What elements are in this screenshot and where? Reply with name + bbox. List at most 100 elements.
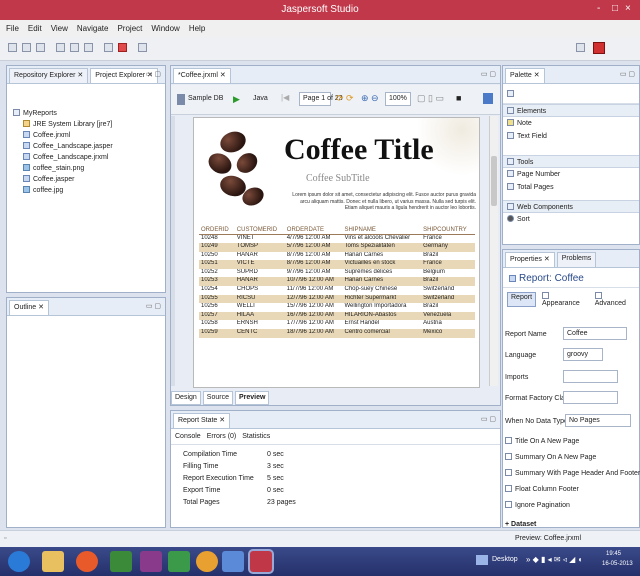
tab-advanced[interactable]: Advanced xyxy=(594,292,635,307)
paste-icon[interactable] xyxy=(84,43,93,52)
palette-item-text-field[interactable]: Text Field xyxy=(503,130,639,143)
tab-errors[interactable]: Errors (0) xyxy=(207,433,237,440)
refresh-icon[interactable] xyxy=(483,93,493,104)
table-cell: WELLI xyxy=(236,303,255,310)
save-icon[interactable] xyxy=(22,43,31,52)
maximize-button[interactable]: □ xyxy=(612,3,618,14)
new-icon[interactable] xyxy=(8,43,17,52)
perspective-icon[interactable] xyxy=(576,43,585,52)
jaspersoft-studio-taskbar-icon[interactable] xyxy=(250,551,272,572)
media-app-icon[interactable] xyxy=(140,551,162,572)
tab-design[interactable]: Design xyxy=(171,391,201,405)
print-icon[interactable] xyxy=(36,43,45,52)
data-adapter-select[interactable]: Sample DB xyxy=(188,95,223,102)
format-factory-class-field[interactable] xyxy=(563,391,618,404)
menu-project[interactable]: Project xyxy=(117,24,142,33)
next-page-icon[interactable]: ⟳ ⟳ xyxy=(336,93,354,104)
firefox-icon[interactable] xyxy=(76,551,98,572)
tree-item[interactable]: Coffee_Landscape.jrxml xyxy=(13,152,165,163)
palette-settings-icon[interactable] xyxy=(507,90,514,97)
property-checkbox[interactable]: Float Column Footer xyxy=(505,482,637,498)
vertical-scrollbar[interactable] xyxy=(489,116,498,386)
property-checkbox[interactable]: Summary With Page Header And Footer xyxy=(505,466,640,482)
tree-item[interactable]: MyReports xyxy=(13,108,165,119)
first-page-icon[interactable]: |◀ xyxy=(281,93,289,102)
paint-icon[interactable] xyxy=(222,551,244,572)
palette-item-page-number[interactable]: Page Number xyxy=(503,168,639,181)
minimize-maximize-icon[interactable]: ▭ ▢ xyxy=(481,70,496,78)
minimize-maximize-icon[interactable]: ▭ ▢ xyxy=(146,70,161,78)
report-name-field[interactable]: Coffee xyxy=(563,327,627,340)
tab-source[interactable]: Source xyxy=(202,391,233,405)
tray-icons[interactable]: » ◆ ▮ ◂ ✉ ◃ ◢ ◖ xyxy=(526,555,582,564)
minimize-maximize-icon[interactable]: ▭ ▢ xyxy=(481,415,496,423)
copy-icon[interactable] xyxy=(70,43,79,52)
tab-appearance[interactable]: Appearance xyxy=(542,292,589,307)
fit-page-icon[interactable]: ▢ ▯ ▭ xyxy=(417,93,444,104)
desktop-toolbar[interactable]: Desktop xyxy=(492,556,518,563)
export-icon[interactable]: ■ xyxy=(456,93,461,103)
language-select[interactable]: Java xyxy=(253,95,268,102)
menu-help[interactable]: Help xyxy=(189,24,205,33)
menu-view[interactable]: View xyxy=(51,24,68,33)
splitter[interactable] xyxy=(171,116,175,386)
tab-outline[interactable]: Outline ✕ xyxy=(9,300,49,315)
tab-console[interactable]: Console xyxy=(175,433,201,440)
tree-item[interactable]: Coffee.jrxml xyxy=(13,130,165,141)
palette-item-sort[interactable]: Sort xyxy=(503,213,639,226)
property-checkbox[interactable]: Summary On A New Page xyxy=(505,450,637,466)
column-header: CUSTOMERID xyxy=(234,226,285,235)
tab-repository-explorer[interactable]: Repository Explorer ✕ xyxy=(9,68,89,83)
dataset-section[interactable]: + Dataset xyxy=(505,521,536,528)
undo-icon[interactable] xyxy=(104,43,113,52)
palette-section-elements[interactable]: Elements xyxy=(503,104,639,117)
tree-item[interactable]: Coffee_Landscape.jasper xyxy=(13,141,165,152)
publisher-icon[interactable] xyxy=(168,551,190,572)
menu-edit[interactable]: Edit xyxy=(28,24,42,33)
tools-icon[interactable] xyxy=(138,43,147,52)
media-player-icon[interactable] xyxy=(196,551,218,572)
file-explorer-icon[interactable] xyxy=(42,551,64,572)
zoom-select[interactable]: 100% xyxy=(385,92,411,106)
tab-coffee-jrxml[interactable]: *Coffee.jrxml ✕ xyxy=(173,68,231,83)
tree-item[interactable]: JRE System Library [jre7] xyxy=(13,119,165,130)
palette-item-total-pages[interactable]: Total Pages xyxy=(503,181,639,194)
minimize-maximize-icon[interactable]: ▭ ▢ xyxy=(620,70,635,78)
ie-browser-icon[interactable] xyxy=(8,551,30,572)
spreadsheet-icon[interactable] xyxy=(110,551,132,572)
property-checkbox[interactable]: Title On A New Page xyxy=(505,434,637,450)
tree-item[interactable]: Coffee.jasper xyxy=(13,174,165,185)
language-select[interactable]: groovy xyxy=(563,348,603,361)
palette-section-tools[interactable]: Tools xyxy=(503,155,639,168)
jasper-perspective-icon[interactable] xyxy=(593,42,605,54)
imports-field[interactable] xyxy=(563,370,618,383)
cut-icon[interactable] xyxy=(56,43,65,52)
page-indicator[interactable]: Page 1 of 23 xyxy=(299,92,343,106)
tree-item[interactable]: coffee.jpg xyxy=(13,185,165,196)
tab-preview[interactable]: Preview xyxy=(234,391,270,405)
zoom-icon[interactable]: ⊕ ⊖ xyxy=(361,93,379,104)
palette-item-note[interactable]: Note xyxy=(503,117,639,130)
tab-problems[interactable]: Problems xyxy=(556,252,597,267)
column-header: SHIPCOUNTRY xyxy=(421,226,475,235)
tab-palette[interactable]: Palette ✕ xyxy=(505,68,545,83)
minimize-button[interactable]: - xyxy=(597,3,600,14)
tab-report-state[interactable]: Report State ✕ xyxy=(173,413,231,428)
when-no-data-select[interactable]: No Pages xyxy=(565,414,631,427)
menu-window[interactable]: Window xyxy=(151,24,179,33)
close-button[interactable]: × xyxy=(625,3,631,14)
tab-properties[interactable]: Properties ✕ xyxy=(505,252,555,267)
menu-file[interactable]: File xyxy=(6,24,19,33)
menu-bar: File Edit View Navigate Project Window H… xyxy=(0,20,640,37)
palette-section-web-components[interactable]: Web Components xyxy=(503,200,639,213)
tree-item[interactable]: coffee_stain.png xyxy=(13,163,165,174)
run-icon[interactable] xyxy=(118,43,127,52)
tab-report[interactable]: Report xyxy=(507,292,537,307)
run-report-icon[interactable]: ▶ xyxy=(233,94,240,105)
scrollbar-thumb[interactable] xyxy=(491,156,497,206)
tab-statistics[interactable]: Statistics xyxy=(242,433,270,440)
minimize-maximize-icon[interactable]: ▭ ▢ xyxy=(146,302,161,310)
menu-navigate[interactable]: Navigate xyxy=(77,24,109,33)
property-checkbox[interactable]: Ignore Pagination xyxy=(505,498,637,514)
preview-toolbar: Sample DB ▶ Java |◀ Page 1 of 23 ⟳ ⟳ ⊕ ⊖… xyxy=(171,85,500,115)
